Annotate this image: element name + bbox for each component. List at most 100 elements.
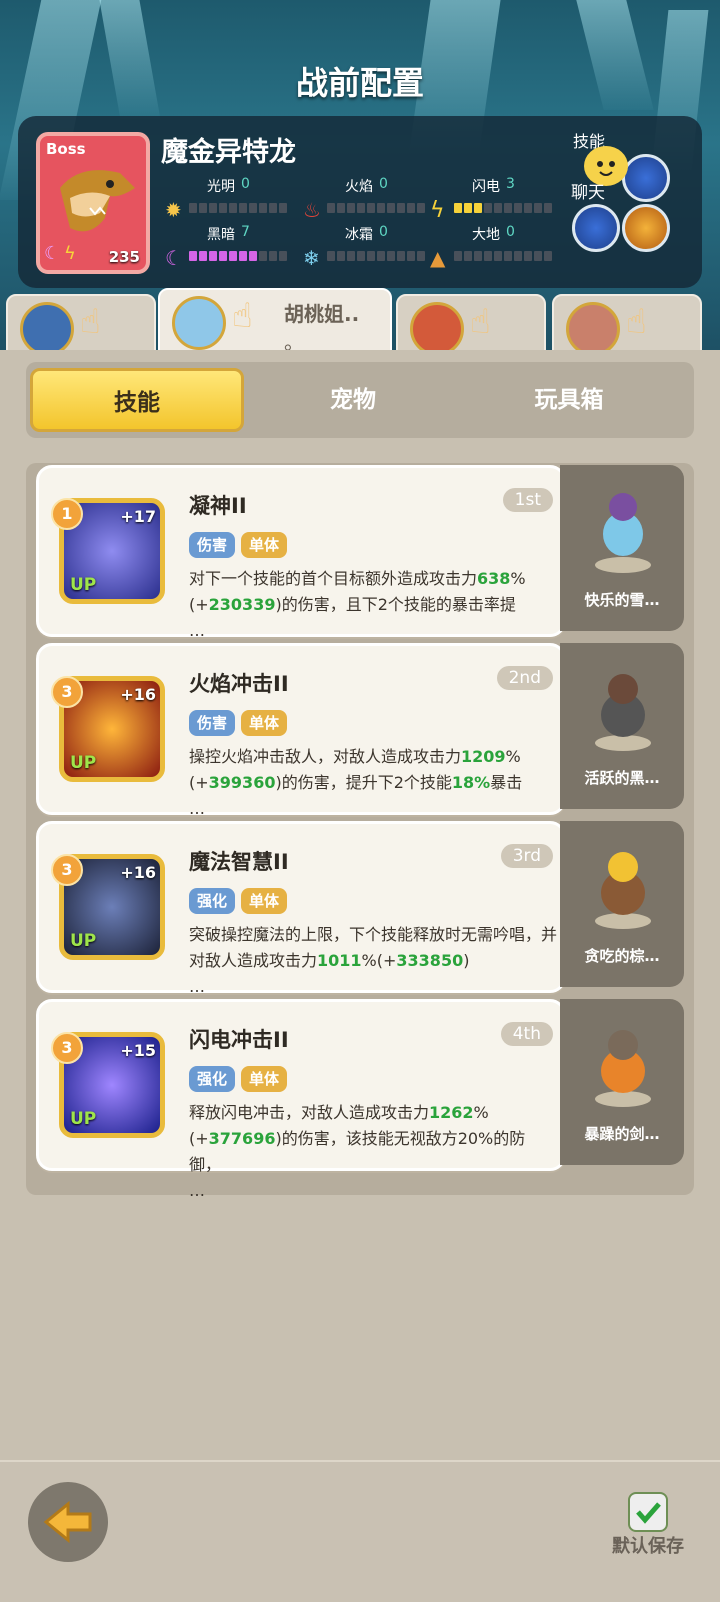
boss-skill-crown-icon[interactable] (622, 204, 670, 252)
stat-bar-segment (279, 203, 287, 213)
skill-list: +17 UP 1 凝神II 1st 伤害 单体 对下一个技能的首个目标额外造成攻… (26, 463, 694, 1200)
stat-bar-segment (259, 251, 267, 261)
stat-bar-segment (534, 203, 542, 213)
default-save-label[interactable]: 默认保存 (612, 1532, 684, 1558)
stat-bar-segment (229, 203, 237, 213)
stat-bar (327, 203, 425, 213)
skill-plus: +16 (120, 685, 156, 704)
snow-pet-icon (595, 493, 651, 573)
stat-bar-segment (327, 251, 335, 261)
stat-bar-segment (504, 203, 512, 213)
stat-bar (454, 251, 552, 261)
hero-tab-1[interactable]: ☝ (6, 294, 156, 356)
stat-bar-segment (534, 251, 542, 261)
hero-tab-3[interactable]: ☝ (396, 294, 546, 356)
stat-bar-segment (347, 203, 355, 213)
skill-tag-type: 伤害 (189, 532, 236, 558)
bottom-bar: 默认保存 (0, 1460, 720, 1602)
pet-name: 贪吃的棕… (584, 947, 660, 965)
boss-info-panel: Boss ☾ ϟ 235 魔金异特龙 ✹ 光明 0 ♨ 火焰 0 ϟ 闪电 3 … (18, 116, 702, 288)
stat-bar-segment (544, 251, 552, 261)
stat-bar-segment (454, 251, 462, 261)
pet-name: 快乐的雪… (584, 591, 660, 609)
skill-card[interactable]: +15 UP 3 闪电冲击II 4th 强化 单体 释放闪电冲击，对敌人造成攻击… (36, 999, 566, 1200)
skill-tag-target: 单体 (241, 710, 288, 736)
stat-value: 0 (506, 224, 515, 240)
stat-bar-segment (494, 251, 502, 261)
stat-bar-segment (337, 203, 345, 213)
flame-icon: ♨ (303, 198, 321, 222)
stat-bar-segment (229, 251, 237, 261)
stat-bar-segment (367, 251, 375, 261)
skill-tag-type: 强化 (189, 888, 236, 914)
back-button[interactable] (28, 1482, 108, 1562)
stat-label: 冰霜 (345, 227, 373, 243)
skill-num: 3 (51, 1032, 83, 1064)
stat-bar-segment (249, 251, 257, 261)
stat-value: 0 (241, 176, 250, 192)
stat-value: 0 (379, 176, 388, 192)
stat-bar-segment (327, 203, 335, 213)
stat-bar-segment (474, 203, 482, 213)
checkbox-icon[interactable] (628, 1492, 668, 1532)
stat-bar-segment (347, 251, 355, 261)
boss-avatar[interactable]: Boss ☾ ϟ 235 (36, 132, 150, 274)
bee-pet-icon (595, 852, 651, 929)
stat-bar-segment (337, 251, 345, 261)
stat-bar-segment (377, 203, 385, 213)
stat-label: 光明 (207, 179, 235, 195)
stat-bar-segment (417, 203, 425, 213)
skill-name: 凝神II (189, 494, 247, 518)
stat-bar-segment (199, 203, 207, 213)
skill-card[interactable]: +17 UP 1 凝神II 1st 伤害 单体 对下一个技能的首个目标额外造成攻… (36, 465, 566, 640)
stat-bar (454, 203, 552, 213)
skill-desc: 操控火焰冲击敌人，对敌人造成攻击力1209%(+399360)的伤害，提升下2个… (189, 747, 523, 818)
stat-bar-segment (504, 251, 512, 261)
stat-label: 闪电 (472, 179, 500, 195)
raccoon-pet-icon (595, 1030, 651, 1107)
boss-tag: Boss (46, 140, 86, 158)
tab-toybox[interactable]: 玩具箱 (462, 368, 676, 432)
boss-level: 235 (108, 248, 140, 266)
pet-name: 活跃的黑… (584, 769, 660, 787)
skill-up: UP (70, 931, 97, 951)
stat-bar-segment (239, 203, 247, 213)
skill-up: UP (70, 1109, 97, 1129)
skill-plus: +16 (120, 863, 156, 882)
pet-slot[interactable]: 暴躁的剑… (560, 999, 684, 1165)
stat-bar-segment (189, 251, 197, 261)
stat-frost: ❄ 冰霜 0 (303, 224, 443, 274)
skill-card[interactable]: +16 UP 3 火焰冲击II 2nd 伤害 单体 操控火焰冲击敌人，对敌人造成… (36, 643, 566, 818)
stat-bar-segment (269, 203, 277, 213)
stat-bar-segment (377, 251, 385, 261)
skill-tag-type: 伤害 (189, 710, 236, 736)
tab-skill[interactable]: 技能 (30, 368, 244, 432)
skill-order: 1st (502, 488, 553, 512)
lightning-icon: ϟ (64, 243, 76, 264)
skill-plus: +15 (120, 1041, 156, 1060)
stat-bar-segment (474, 251, 482, 261)
stat-bar-segment (524, 203, 532, 213)
skill-order: 3rd (500, 844, 553, 868)
stat-bar-segment (514, 203, 522, 213)
page-title: 战前配置 (295, 64, 424, 102)
stat-bar-segment (219, 251, 227, 261)
skill-name: 火焰冲击II (189, 672, 289, 696)
skill-card[interactable]: +16 UP 3 魔法智慧II 3rd 强化 单体 突破操控魔法的上限，下个技能… (36, 821, 566, 996)
pet-slot[interactable]: 快乐的雪… (560, 465, 684, 631)
stat-bar-segment (239, 251, 247, 261)
stat-bar-segment (494, 203, 502, 213)
tab-pet[interactable]: 宠物 (246, 368, 460, 432)
stat-bar (327, 251, 425, 261)
hero-tab-4[interactable]: ☝ (552, 294, 702, 356)
hero-tab-2[interactable]: ☝ 胡桃姐.. 。 (158, 288, 392, 358)
stat-label: 黑暗 (207, 227, 235, 243)
hero-avatar (566, 302, 620, 356)
pet-slot[interactable]: 活跃的黑… (560, 643, 684, 809)
hero-avatar (410, 302, 464, 356)
skill-name: 闪电冲击II (189, 1028, 289, 1052)
chat-label[interactable]: 聊天 (571, 178, 605, 203)
boss-skill-bolt-icon[interactable] (572, 204, 620, 252)
stat-bar-segment (397, 251, 405, 261)
pet-slot[interactable]: 贪吃的棕… (560, 821, 684, 987)
